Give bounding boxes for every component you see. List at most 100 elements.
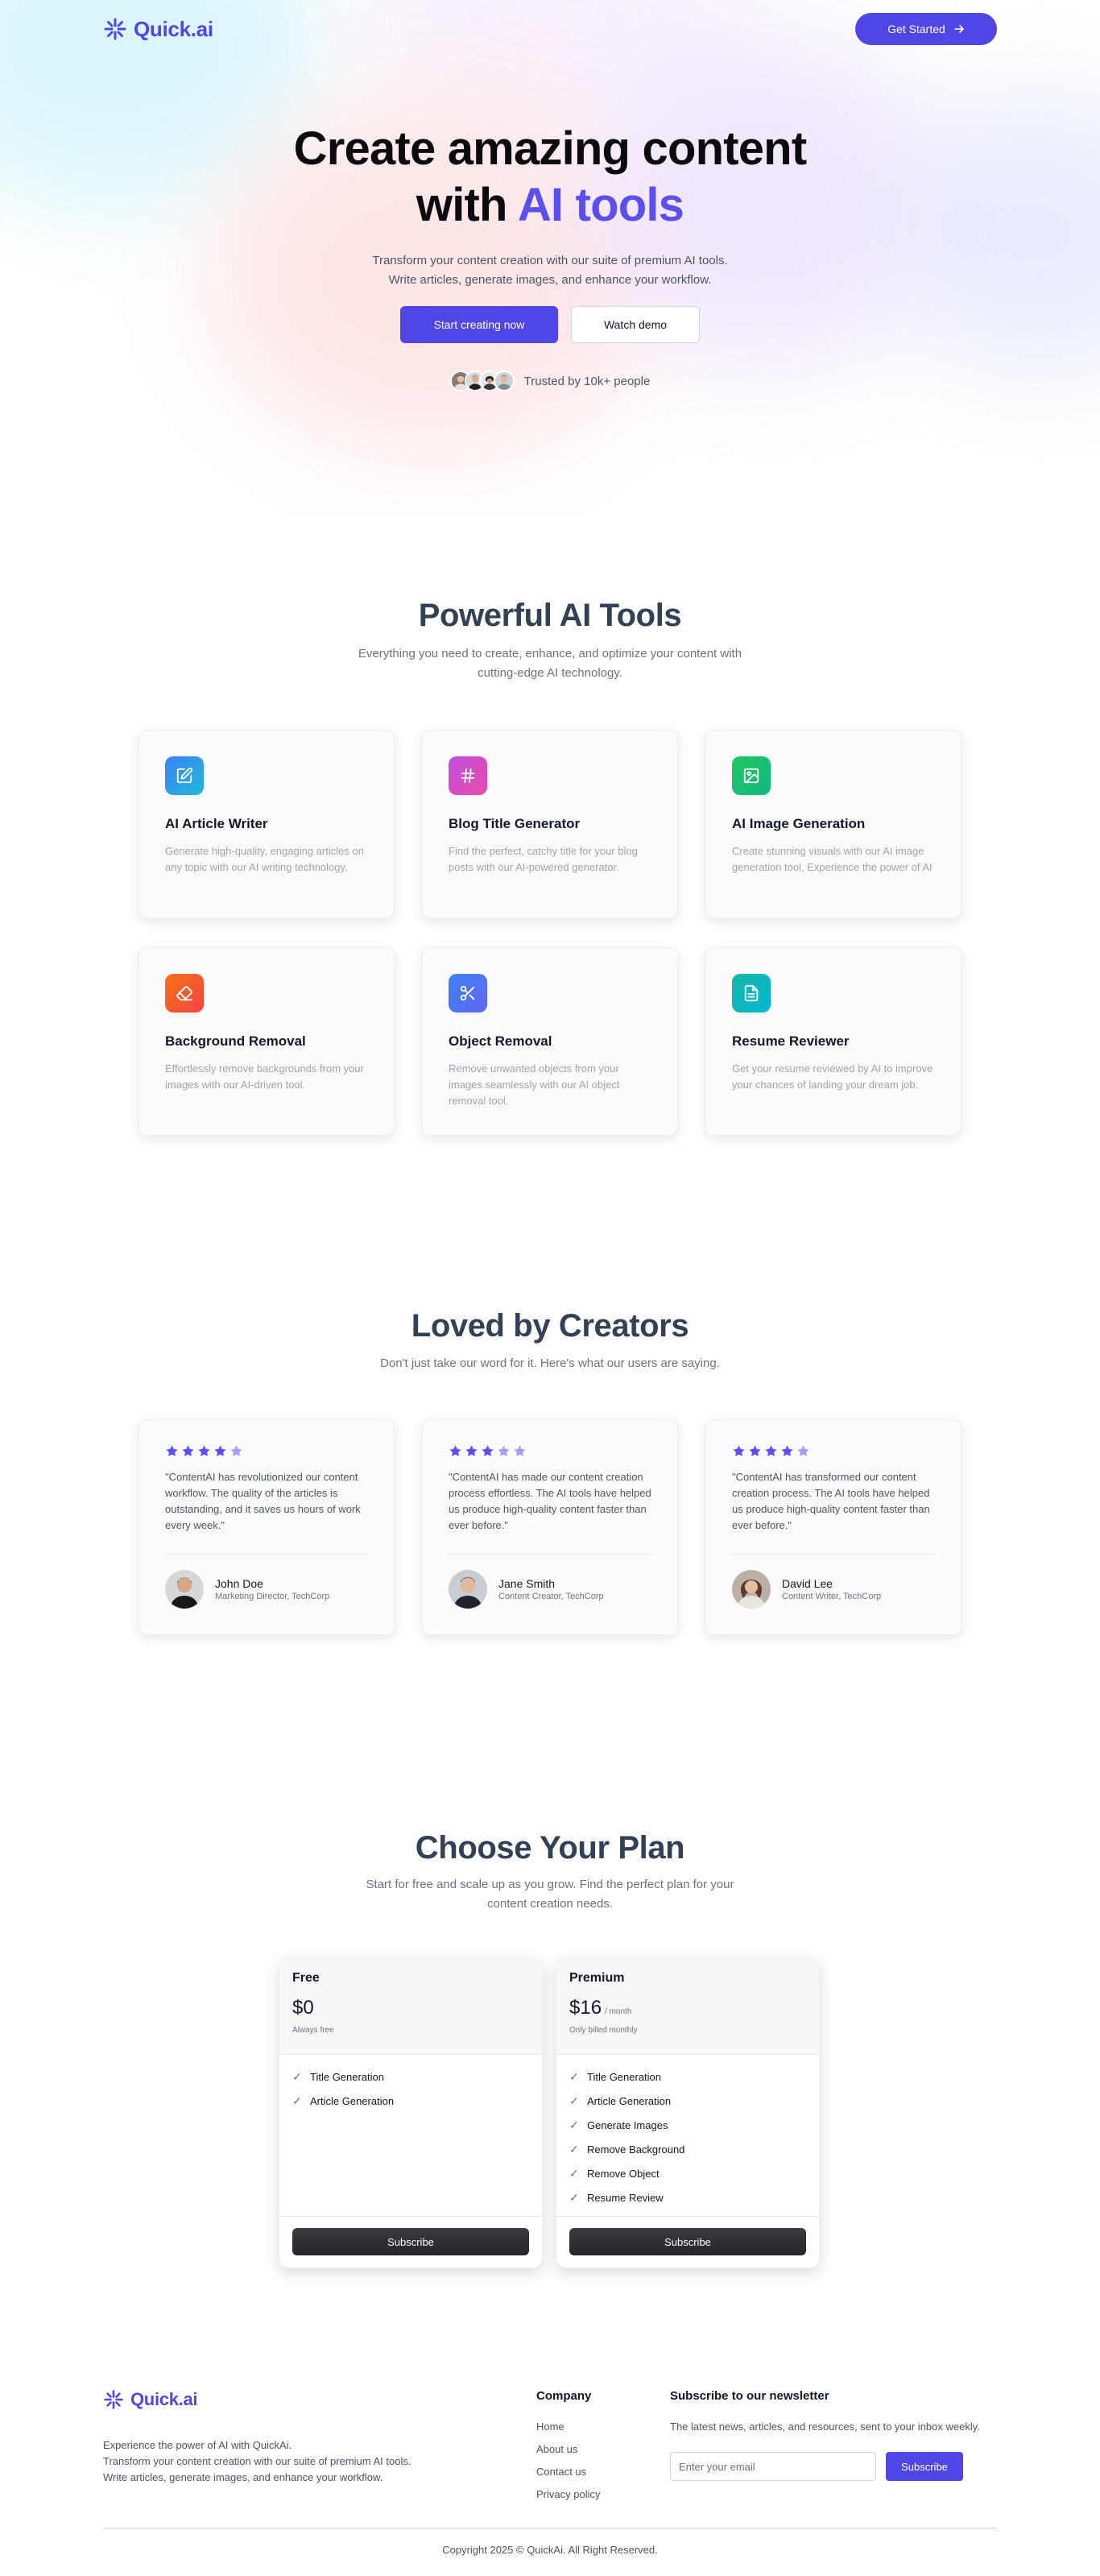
copyright: Copyright 2025 © QuickAi. All Right Rese… (442, 2544, 658, 2556)
tool-desc: Remove unwanted objects from your images… (449, 1062, 620, 1107)
feature-label: Remove Background (587, 2143, 685, 2156)
feature-label: Remove Object (587, 2167, 660, 2180)
sparkle-logo-icon (104, 2390, 123, 2409)
logo-text: Quick.ai (134, 16, 213, 41)
star-icon (230, 1445, 242, 1456)
pricing-title: Choose Your Plan (415, 1830, 685, 1866)
eraser-icon (165, 974, 204, 1013)
tool-card-blog-title-generator[interactable]: Blog Title Generator Find the perfect, c… (422, 730, 678, 918)
pencil-square-icon (165, 756, 204, 795)
plan-name: Premium (569, 1971, 625, 1985)
feature-list: ✓ Title Generation ✓ Article Generation (279, 2055, 542, 2123)
tool-title: Background Removal (165, 1033, 306, 1049)
testimonials-subtitle: Don't just take our word for it. Here's … (380, 1356, 720, 1370)
footer-link-contact[interactable]: Contact us (536, 2466, 600, 2479)
footer-description: Experience the power of AI with QuickAi.… (103, 2437, 425, 2486)
get-started-button[interactable]: Get Started (855, 13, 997, 45)
star-icon (198, 1445, 210, 1456)
star-icon (765, 1445, 777, 1456)
tool-desc: Generate high-quality, engaging articles… (165, 845, 364, 873)
plan-name: Free (292, 1971, 320, 1985)
star-icon (498, 1445, 510, 1456)
tool-desc: Get your resume reviewed by AI to improv… (732, 1062, 933, 1091)
logo[interactable]: Quick.ai (103, 17, 213, 42)
avatar (165, 1570, 204, 1609)
avatar (449, 1570, 487, 1609)
tool-card-ai-image-generation[interactable]: AI Image Generation Create stunning visu… (705, 730, 961, 918)
avatar (732, 1570, 771, 1609)
feature-label: Resume Review (587, 2191, 664, 2204)
check-icon: ✓ (569, 2190, 579, 2204)
author-role: Content Writer, TechCorp (782, 1592, 882, 1601)
plan-price: $16 (569, 1997, 602, 2019)
avatar (493, 371, 515, 391)
testimonial-card: "ContentAI has made our content creation… (422, 1419, 678, 1635)
footer-link-privacy[interactable]: Privacy policy (536, 2488, 600, 2501)
check-icon: ✓ (569, 2142, 579, 2156)
footer-logo[interactable]: Quick.ai (103, 2389, 198, 2410)
check-icon: ✓ (569, 2094, 579, 2107)
tool-card-ai-article-writer[interactable]: AI Article Writer Generate high-quality,… (139, 730, 395, 918)
star-icon (214, 1445, 226, 1456)
newsletter-description: The latest news, articles, and resources… (670, 2421, 980, 2433)
feature-item: ✓ Resume Review (569, 2185, 806, 2209)
tools-subtitle-line2: cutting-edge AI technology. (478, 666, 622, 680)
sparkle-logo-icon (104, 18, 126, 40)
subscribe-button[interactable]: Subscribe (569, 2228, 806, 2255)
tools-subtitle-line1: Everything you need to create, enhance, … (358, 647, 742, 661)
tool-card-background-removal[interactable]: Background Removal Effortlessly remove b… (139, 947, 395, 1136)
newsletter-subscribe-button[interactable]: Subscribe (886, 2452, 963, 2481)
star-icon (182, 1445, 194, 1456)
plan-note: Only billed monthly (569, 2026, 638, 2035)
author-name: John Doe (215, 1577, 263, 1590)
star-icon (749, 1445, 761, 1456)
check-icon: ✓ (292, 2069, 302, 2083)
tool-card-resume-reviewer[interactable]: Resume Reviewer Get your resume reviewed… (705, 947, 961, 1136)
author-name: Jane Smith (498, 1577, 556, 1590)
feature-label: Title Generation (587, 2070, 662, 2083)
hero-title: Create amazing content with AI tools (0, 121, 1100, 234)
feature-label: Article Generation (587, 2094, 672, 2107)
trusted-text: Trusted by 10k+ people (523, 374, 651, 388)
start-creating-button[interactable]: Start creating now (400, 306, 558, 343)
star-icon (449, 1445, 461, 1456)
hero-subtitle-line1: Transform your content creation with our… (372, 254, 728, 267)
feature-item: ✓ Title Generation (292, 2065, 529, 2089)
email-field[interactable] (670, 2452, 876, 2481)
tool-title: Resume Reviewer (732, 1033, 850, 1049)
feature-item: ✓ Article Generation (292, 2089, 529, 2113)
testimonial-quote: "ContentAI has transformed our content c… (732, 1471, 930, 1531)
tools-subtitle: Everything you need to create, enhance, … (0, 644, 1100, 683)
tool-desc: Effortlessly remove backgrounds from you… (165, 1062, 364, 1091)
feature-label: Article Generation (310, 2094, 395, 2107)
star-icon (514, 1445, 526, 1456)
tool-title: Blog Title Generator (449, 816, 581, 831)
star-rating (165, 1444, 368, 1458)
footer-link-about[interactable]: About us (536, 2443, 600, 2456)
subscribe-button[interactable]: Subscribe (292, 2228, 529, 2255)
author-role: Marketing Director, TechCorp (215, 1592, 330, 1601)
get-started-label: Get Started (887, 23, 945, 35)
tool-title: AI Image Generation (732, 816, 866, 831)
watch-demo-button[interactable]: Watch demo (571, 306, 700, 343)
file-text-icon (732, 974, 771, 1013)
testimonials-title: Loved by Creators (411, 1308, 689, 1344)
image-icon (732, 756, 771, 795)
testimonial-quote: "ContentAI has made our content creation… (449, 1471, 651, 1531)
top-nav: Quick.ai Get Started (103, 13, 997, 45)
pricing-subtitle: Start for free and scale up as you grow.… (0, 1875, 1100, 1914)
feature-item: ✓ Remove Background (569, 2137, 806, 2161)
pricing-subtitle-line2: content creation needs. (487, 1897, 613, 1911)
footer-link-home[interactable]: Home (536, 2421, 600, 2433)
plan-note: Always free (292, 2026, 334, 2035)
arrow-right-icon (953, 25, 964, 33)
author-role: Content Creator, TechCorp (498, 1592, 604, 1601)
star-rating (732, 1444, 935, 1458)
check-icon: ✓ (569, 2166, 579, 2180)
hero-title-prefix: with (416, 179, 508, 231)
tool-card-object-removal[interactable]: Object Removal Remove unwanted objects f… (422, 947, 678, 1136)
feature-label: Title Generation (310, 2070, 385, 2083)
tool-title: Object Removal (449, 1033, 552, 1049)
plan-period: / month (605, 2007, 632, 2016)
plan-card-premium: Premium $16 / month Only billed monthly … (556, 1957, 820, 2268)
